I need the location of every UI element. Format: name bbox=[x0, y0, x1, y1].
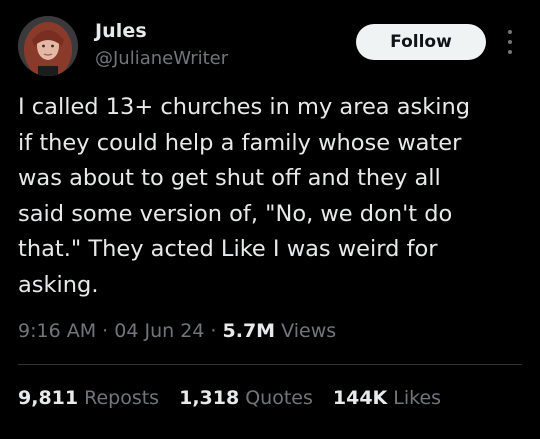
engagement-stats: 9,811 Reposts 1,318 Quotes 144K Likes bbox=[18, 387, 441, 409]
user-handle[interactable]: @JulianeWriter bbox=[95, 48, 228, 69]
divider bbox=[18, 364, 522, 365]
avatar[interactable] bbox=[18, 16, 78, 76]
more-vertical-icon[interactable] bbox=[504, 30, 516, 54]
post-time[interactable]: 9:16 AM bbox=[18, 320, 96, 342]
quotes-label: Quotes bbox=[245, 387, 313, 409]
avatar-photo bbox=[18, 16, 78, 76]
reposts-stat[interactable]: 9,811 Reposts bbox=[18, 387, 159, 409]
more-icon-dot bbox=[508, 50, 512, 54]
likes-stat[interactable]: 144K Likes bbox=[333, 387, 441, 409]
reposts-count: 9,811 bbox=[18, 387, 79, 409]
likes-count: 144K bbox=[332, 387, 388, 409]
follow-button[interactable]: Follow bbox=[356, 24, 486, 60]
tweet-card: Jules @JulianeWriter Follow I called 13+… bbox=[0, 0, 540, 439]
post-date[interactable]: 04 Jun 24 bbox=[114, 320, 204, 342]
views-label: Views bbox=[281, 320, 337, 342]
reposts-label: Reposts bbox=[84, 387, 160, 409]
more-icon-dot bbox=[508, 30, 512, 34]
display-name[interactable]: Jules bbox=[95, 20, 147, 42]
quotes-stat[interactable]: 1,318 Quotes bbox=[179, 387, 313, 409]
meta-separator: · bbox=[210, 320, 217, 342]
more-icon-dot bbox=[508, 40, 512, 44]
tweet-metadata: 9:16 AM · 04 Jun 24 · 5.7M Views bbox=[18, 320, 336, 342]
meta-separator: · bbox=[102, 320, 109, 342]
tweet-text: I called 13+ churches in my area asking … bbox=[18, 94, 471, 298]
views-count: 5.7M bbox=[222, 320, 276, 342]
quotes-count: 1,318 bbox=[179, 387, 240, 409]
likes-label: Likes bbox=[393, 387, 442, 409]
